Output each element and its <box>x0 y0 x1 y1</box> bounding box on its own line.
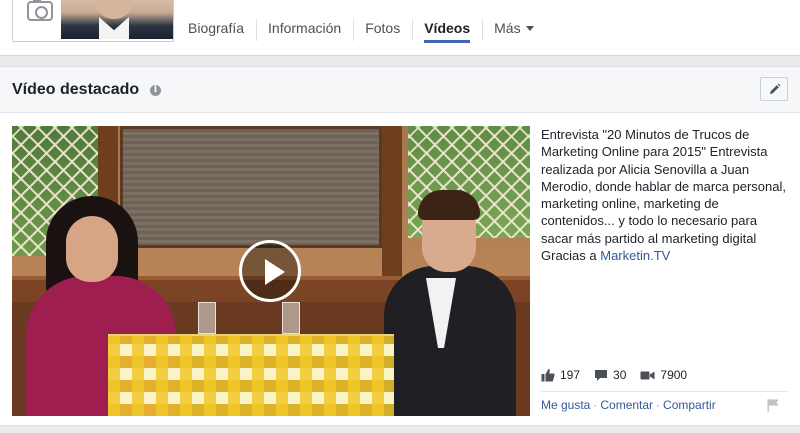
video-camera-icon <box>640 371 655 379</box>
chevron-down-icon <box>525 25 534 31</box>
play-icon[interactable] <box>239 240 301 302</box>
profile-photo <box>61 0 173 39</box>
edit-button[interactable] <box>760 77 788 101</box>
video-scene-table <box>108 334 394 416</box>
card-title: Vídeo destacado <box>12 81 140 98</box>
card-header: Vídeo destacado i <box>0 67 800 113</box>
profile-picture[interactable] <box>12 0 174 42</box>
tab-label: Biografía <box>188 20 245 36</box>
tab-videos[interactable]: Vídeos <box>412 0 482 56</box>
flag-icon[interactable] <box>766 398 780 412</box>
comment-button[interactable]: Comentar <box>600 398 653 412</box>
comments-value: 30 <box>613 368 627 382</box>
video-scene-glass <box>282 302 300 334</box>
featured-video-card: Vídeo destacado i Entrevista "20 Minutos… <box>0 66 800 426</box>
video-description: Entrevista "20 Minutos de Trucos de Mark… <box>541 126 791 264</box>
description-text: Entrevista "20 Minutos de Trucos de Mark… <box>541 127 786 264</box>
video-scene-window <box>120 126 382 248</box>
profile-header: Biografía Información Fotos Vídeos Más <box>0 0 800 56</box>
video-player[interactable] <box>12 126 530 416</box>
tab-label: Información <box>268 20 342 36</box>
tab-label: Fotos <box>365 20 401 36</box>
video-actions: Me gusta · Comentar · Compartir <box>541 398 716 412</box>
video-stats: 197 30 7900 <box>541 367 701 383</box>
tab-mas[interactable]: Más <box>482 0 545 56</box>
comment-icon <box>595 369 608 381</box>
video-scene-pillar <box>382 126 402 296</box>
pencil-icon <box>770 83 781 94</box>
like-icon <box>541 369 555 382</box>
tab-label: Vídeos <box>424 20 471 36</box>
marketin-tv-link[interactable]: Marketin.TV <box>600 248 670 263</box>
like-button[interactable]: Me gusta <box>541 398 590 412</box>
views-value: 7900 <box>660 368 688 382</box>
tab-fotos[interactable]: Fotos <box>353 0 412 56</box>
divider <box>541 391 788 392</box>
video-person-left-face <box>66 216 118 282</box>
separator: · <box>656 398 661 412</box>
tab-biografia[interactable]: Biografía <box>176 0 256 56</box>
views-count: 7900 <box>640 368 687 382</box>
video-person-right-hair <box>418 190 480 220</box>
video-scene-glass <box>198 302 216 334</box>
comments-count[interactable]: 30 <box>594 368 626 382</box>
profile-face <box>95 0 133 19</box>
share-button[interactable]: Compartir <box>663 398 716 412</box>
separator: · <box>593 398 598 412</box>
profile-collar <box>99 17 129 39</box>
likes-value: 197 <box>560 368 581 382</box>
likes-count[interactable]: 197 <box>541 368 580 382</box>
profile-tabs: Biografía Información Fotos Vídeos Más <box>176 0 546 56</box>
tab-label: Más <box>494 20 521 36</box>
tab-informacion[interactable]: Información <box>256 0 353 56</box>
info-icon[interactable]: i <box>150 85 161 96</box>
camera-icon[interactable] <box>27 0 53 21</box>
